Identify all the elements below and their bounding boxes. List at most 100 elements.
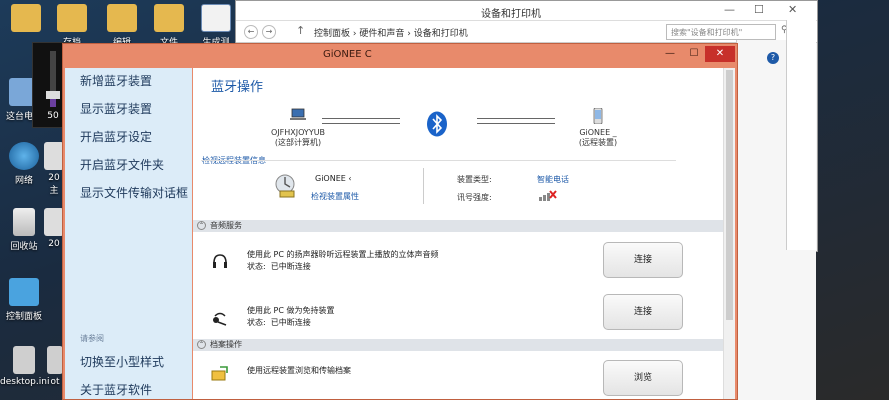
browse-files-button[interactable]: 浏览 — [603, 360, 683, 396]
divider — [201, 160, 676, 161]
sidebar-item-open-folder[interactable]: 开启蓝牙文件夹 — [80, 156, 164, 173]
connection-line — [322, 118, 400, 119]
desktop-icon-control-panel[interactable]: 控制面板 — [0, 278, 48, 322]
forward-arrow-icon[interactable]: → — [262, 25, 276, 39]
sidebar-item-compact-style[interactable]: 切换至小型样式 — [80, 353, 164, 370]
desktop-icon-network[interactable]: 网络 — [0, 142, 48, 186]
device-properties-icon — [275, 174, 295, 198]
desktop-icon-edit[interactable]: 编辑 — [98, 4, 146, 48]
control-panel-icon — [9, 278, 39, 306]
service-row-browse-files: 使用远程装置浏览和传输档案 浏览 — [193, 353, 723, 399]
desktop-icon-recycle-bin[interactable]: 回收站 — [0, 208, 48, 252]
explorer-search-input[interactable]: 搜索"设备和打印机" — [666, 24, 776, 40]
connect-stereo-button[interactable]: 连接 — [603, 242, 683, 278]
settings-file-icon — [13, 346, 35, 374]
bt-titlebar[interactable]: GiONEE C — ☐ ✕ — [63, 44, 737, 66]
file-icon — [44, 208, 64, 236]
desktop-icon-file[interactable]: 文件 — [145, 4, 193, 48]
bt-maximize-button[interactable]: ☐ — [683, 46, 705, 62]
section-header-files[interactable]: ⌃ 档案操作 — [193, 339, 723, 351]
service-name: 使用此 PC 的扬声器聆听远程装置上播放的立体声音频 — [247, 250, 439, 259]
chevron-up-icon[interactable]: ⌃ — [197, 221, 206, 230]
remote-device[interactable]: GiONEE _ (远程装置) — [563, 108, 633, 148]
explorer-restore-button[interactable]: ☐ — [754, 3, 764, 16]
bt-window-title: GiONEE C — [323, 49, 372, 60]
local-device-role: (这部计算机) — [274, 138, 322, 147]
headset-icon — [213, 312, 227, 326]
connection-line — [477, 123, 555, 124]
local-device[interactable]: OJFHXJOYYUB (这部计算机) — [253, 108, 343, 148]
local-device-name: OJFHXJOYYUB — [270, 128, 326, 137]
sidebar-item-open-settings[interactable]: 开启蓝牙设定 — [80, 128, 152, 145]
bt-sidebar: 新增蓝牙装置 显示蓝牙装置 开启蓝牙设定 开启蓝牙文件夹 显示文件传输对话框 请… — [65, 68, 192, 399]
explorer-titlebar[interactable]: 设备和打印机 — ☐ ✕ — [236, 1, 817, 21]
sidebar-item-add-device[interactable]: 新增蓝牙装置 — [80, 72, 152, 89]
explorer-minimize-button[interactable]: — — [724, 3, 735, 16]
bluetooth-window: GiONEE C — ☐ ✕ 新增蓝牙装置 显示蓝牙装置 开启蓝牙设定 开启蓝牙… — [62, 43, 738, 400]
network-globe-icon — [9, 142, 39, 170]
no-signal-icon — [539, 190, 557, 201]
remote-device-name: GiONEE _ — [579, 128, 617, 137]
section-title: 音频服务 — [210, 221, 242, 230]
device-type-value: 智能电话 — [537, 175, 569, 184]
breadcrumb[interactable]: 控制面板 › 硬件和声音 › 设备和打印机 — [314, 26, 468, 39]
service-status: 状态: 已中断连接 — [247, 261, 311, 272]
bluetooth-icon — [427, 111, 447, 137]
up-arrow-icon[interactable]: ↑ — [296, 24, 305, 37]
connection-line — [477, 118, 555, 119]
desktop-icon-document[interactable]: 生成测 — [192, 4, 240, 48]
breadcrumb-item[interactable]: 控制面板 — [314, 29, 350, 39]
signal-strength-label: 讯号强度: — [457, 193, 492, 202]
help-icon[interactable]: ? — [767, 52, 779, 64]
laptop-icon — [290, 108, 306, 120]
headphones-icon — [213, 254, 227, 268]
section-header-audio[interactable]: ⌃ 音频服务 — [193, 220, 723, 232]
breadcrumb-separator: › — [407, 29, 411, 39]
service-row-handsfree: 使用此 PC 做为免持装置 状态: 已中断连接 连接 — [193, 290, 723, 346]
connect-handsfree-button[interactable]: 连接 — [603, 294, 683, 330]
view-device-properties-link[interactable]: 检视装置属性 — [311, 191, 359, 202]
document-icon — [201, 4, 231, 32]
service-name: 使用远程装置浏览和传输档案 — [247, 366, 351, 375]
desktop-icon-desktop-ini[interactable]: desktop.ini — [0, 346, 49, 387]
sidebar-item-file-transfer[interactable]: 显示文件传输对话框 — [80, 184, 188, 201]
service-status-value: 已中断连接 — [270, 262, 311, 271]
desktop-icon-user-folder[interactable] — [2, 4, 50, 35]
service-status-label: 状态: — [247, 262, 266, 271]
bt-content: 蓝牙操作 OJFHXJOYYUB (这部计算机) GiONEE _ (远程装置)… — [193, 68, 723, 399]
page-title: 蓝牙操作 — [211, 80, 264, 95]
volume-slider-handle[interactable] — [46, 91, 60, 99]
explorer-right-edge: ? — [767, 20, 816, 250]
breadcrumb-item[interactable]: 设备和打印机 — [414, 29, 468, 39]
device-name: GiONEE ‹ — [315, 174, 352, 183]
sidebar-item-about[interactable]: 关于蓝牙软件 — [80, 381, 152, 398]
breadcrumb-item[interactable]: 硬件和声音 — [359, 29, 404, 39]
back-arrow-icon[interactable]: ← — [244, 25, 258, 39]
explorer-address-bar: ← → ↑ 控制面板 › 硬件和声音 › 设备和打印机 搜索"设备和打印机" ⚲ — [236, 21, 817, 43]
service-name: 使用此 PC 做为免持装置 — [247, 306, 335, 315]
sidebar-item-show-devices[interactable]: 显示蓝牙装置 — [80, 100, 152, 117]
scrollbar-thumb[interactable] — [726, 70, 733, 320]
section-title: 档案操作 — [210, 340, 242, 349]
folder-icon — [107, 4, 137, 32]
service-status: 状态: 已中断连接 — [247, 317, 311, 328]
service-status-label: 状态: — [247, 318, 266, 327]
vertical-scrollbar[interactable] — [723, 68, 735, 399]
recycle-bin-icon — [13, 208, 35, 236]
folder-icon — [57, 4, 87, 32]
folder-icon — [154, 4, 184, 32]
connection-line — [322, 123, 400, 124]
sidebar-see-also: 请参阅 — [80, 334, 104, 343]
chevron-up-icon[interactable]: ⌃ — [197, 340, 206, 349]
bt-close-button[interactable]: ✕ — [705, 46, 735, 62]
breadcrumb-separator: › — [352, 29, 357, 39]
file-icon — [44, 142, 64, 170]
device-type-label: 装置类型: — [457, 175, 492, 184]
file-icon — [47, 346, 63, 374]
explorer-close-button[interactable]: ✕ — [788, 3, 797, 16]
explorer-title: 设备和打印机 — [481, 9, 541, 20]
remote-device-role: (远程装置) — [578, 138, 618, 147]
service-row-stereo-audio: 使用此 PC 的扬声器聆听远程装置上播放的立体声音频 状态: 已中断连接 连接 — [193, 234, 723, 294]
bt-minimize-button[interactable]: — — [659, 46, 681, 62]
detail-separator — [423, 168, 424, 204]
